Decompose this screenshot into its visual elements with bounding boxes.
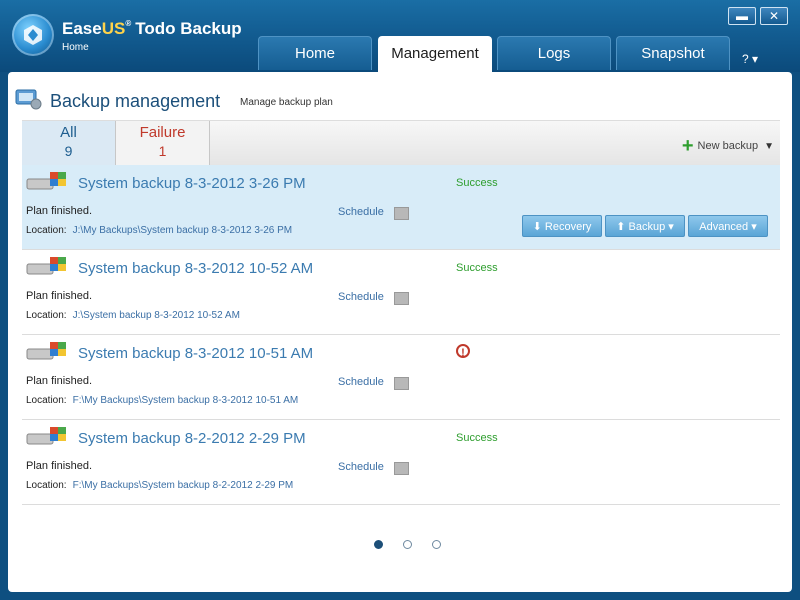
backup-name[interactable]: System backup 8-3-2012 10-51 AM: [78, 345, 313, 362]
schedule-link[interactable]: Schedule: [338, 376, 384, 388]
backup-finished-text: Plan finished.: [26, 205, 93, 217]
location-path[interactable]: J:\System backup 8-3-2012 10-52 AM: [73, 310, 240, 321]
new-backup-label: New backup: [697, 140, 759, 152]
location-label: Location:: [26, 225, 67, 236]
calendar-icon[interactable]: [394, 292, 409, 305]
location-path[interactable]: F:\My Backups\System backup 8-2-2012 2-2…: [73, 480, 294, 491]
home-sublabel[interactable]: Home: [62, 42, 89, 53]
recovery-label: Recovery: [544, 221, 592, 233]
backup-status: Success: [456, 262, 498, 274]
calendar-icon[interactable]: [394, 207, 409, 220]
backup-location: Location: J:\My Backups\System backup 8-3…: [26, 225, 292, 236]
filter-all-tab[interactable]: All 9: [22, 121, 116, 165]
new-backup-button[interactable]: + New backup ▼: [682, 135, 774, 158]
brand-registered: ®: [125, 19, 132, 28]
backup-management-icon: [15, 89, 42, 110]
backup-button[interactable]: ⬆ Backup ▾: [605, 215, 685, 237]
backup-location: Location: J:\System backup 8-3-2012 10-52…: [26, 310, 240, 321]
help-menu-button[interactable]: ? ▾: [742, 52, 758, 66]
backup-label: Backup: [628, 221, 666, 233]
page-dot-3[interactable]: [432, 540, 441, 549]
title-bar: EaseUS® Todo Backup Home ▬ ✕ Home Managem…: [0, 0, 800, 72]
app-brand: EaseUS® Todo Backup: [62, 19, 242, 39]
brand-product: Todo Backup: [135, 19, 242, 38]
filter-all-count: 9: [64, 143, 73, 159]
backup-location: Location: F:\My Backups\System backup 8-3…: [26, 395, 298, 406]
main-panel: Backup management Manage backup plan All…: [8, 72, 792, 592]
minimize-button[interactable]: ▬: [728, 7, 756, 25]
tab-home[interactable]: Home: [258, 36, 372, 70]
recovery-button[interactable]: ⬇ Recovery: [522, 215, 602, 237]
page-title: Backup management: [50, 91, 221, 111]
tab-snapshot[interactable]: Snapshot: [616, 36, 730, 70]
backup-name[interactable]: System backup 8-3-2012 3-26 PM: [78, 175, 306, 192]
advanced-button[interactable]: Advanced ▾: [688, 215, 768, 237]
brand-us: US: [101, 19, 126, 38]
backup-row[interactable]: System backup 8-2-2012 2-29 PM Success P…: [22, 420, 780, 505]
schedule-link[interactable]: Schedule: [338, 291, 384, 303]
pagination: [364, 536, 451, 554]
location-path[interactable]: J:\My Backups\System backup 8-3-2012 3-2…: [73, 225, 293, 236]
filter-failure-label: Failure: [139, 124, 186, 141]
system-backup-icon: [26, 342, 66, 360]
tab-management[interactable]: Management: [378, 36, 492, 72]
location-label: Location:: [26, 480, 67, 491]
location-path[interactable]: F:\My Backups\System backup 8-3-2012 10-…: [73, 395, 299, 406]
backup-name[interactable]: System backup 8-2-2012 2-29 PM: [78, 430, 306, 447]
backup-status: Success: [456, 432, 498, 444]
advanced-label: Advanced: [699, 221, 749, 233]
page-dot-1[interactable]: [374, 540, 383, 549]
backup-status: Success: [456, 177, 498, 189]
system-backup-icon: [26, 427, 66, 445]
schedule-link[interactable]: Schedule: [338, 206, 384, 218]
page-subtitle: Manage backup plan: [240, 97, 333, 108]
filter-failure-count: 1: [158, 143, 167, 159]
system-backup-icon: [26, 257, 66, 275]
system-backup-icon: [26, 172, 66, 190]
backup-name[interactable]: System backup 8-3-2012 10-52 AM: [78, 260, 313, 277]
filter-failure-tab[interactable]: Failure 1: [116, 121, 210, 165]
filter-all-label: All: [60, 124, 77, 141]
backup-row[interactable]: System backup 8-3-2012 3-26 PM Success P…: [22, 165, 780, 250]
location-label: Location:: [26, 395, 67, 406]
chevron-down-icon: ▼: [764, 141, 774, 152]
page-dot-2[interactable]: [403, 540, 412, 549]
easeus-logo-icon: [12, 14, 54, 56]
backup-finished-text: Plan finished.: [26, 290, 93, 302]
schedule-link[interactable]: Schedule: [338, 461, 384, 473]
backup-location: Location: F:\My Backups\System backup 8-2…: [26, 480, 293, 491]
backup-finished-text: Plan finished.: [26, 460, 93, 472]
calendar-icon[interactable]: [394, 377, 409, 390]
location-label: Location:: [26, 310, 67, 321]
calendar-icon[interactable]: [394, 462, 409, 475]
plus-icon: +: [681, 135, 694, 157]
filter-bar: All 9 Failure 1 + New backup ▼: [22, 120, 780, 166]
error-icon: !: [456, 344, 470, 359]
backup-row[interactable]: System backup 8-3-2012 10-52 AM Success …: [22, 250, 780, 335]
close-button[interactable]: ✕: [760, 7, 788, 25]
tab-logs[interactable]: Logs: [497, 36, 611, 70]
backup-finished-text: Plan finished.: [26, 375, 93, 387]
brand-ease: Ease: [62, 19, 102, 38]
backup-row[interactable]: System backup 8-3-2012 10-51 AM ! Plan f…: [22, 335, 780, 420]
